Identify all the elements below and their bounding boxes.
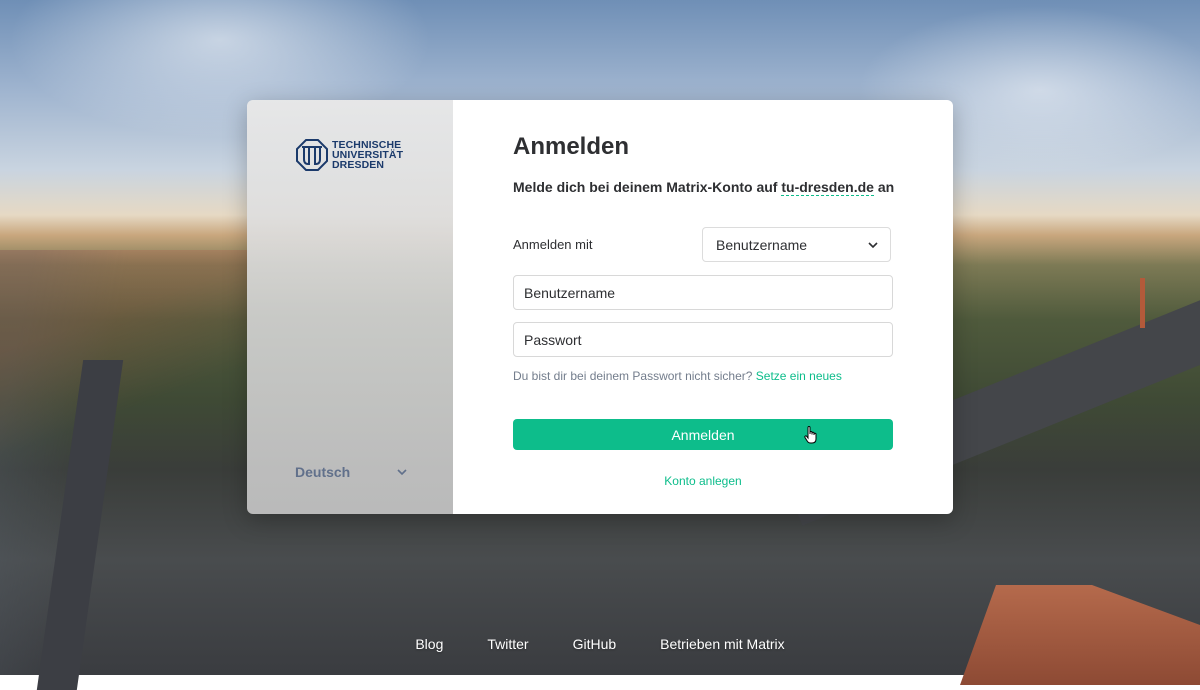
login-form-panel: Anmelden Melde dich bei deinem Matrix-Ko… xyxy=(453,100,953,514)
footer-link-twitter[interactable]: Twitter xyxy=(487,636,528,658)
create-account-row: Konto anlegen xyxy=(453,474,953,488)
branding-panel: TECHNISCHE UNIVERSITÄT DRESDEN Deutsch xyxy=(247,100,453,514)
language-selector[interactable]: Deutsch xyxy=(295,462,407,482)
tu-dresden-logo: TECHNISCHE UNIVERSITÄT DRESDEN xyxy=(296,139,403,171)
logo-line: DRESDEN xyxy=(332,159,385,171)
footer-links: Blog Twitter GitHub Betrieben mit Matrix xyxy=(0,636,1200,658)
chevron-down-icon xyxy=(868,241,878,248)
footer-link-powered-by-matrix[interactable]: Betrieben mit Matrix xyxy=(660,636,784,658)
login-method-select[interactable]: Benutzername xyxy=(702,227,891,262)
background-city-left xyxy=(0,250,250,675)
footer-link-github[interactable]: GitHub xyxy=(573,636,617,658)
login-subtitle: Melde dich bei deinem Matrix-Konto auf t… xyxy=(513,179,903,196)
reset-password-link[interactable]: Setze ein neues xyxy=(756,369,842,383)
sign-in-button[interactable]: Anmelden xyxy=(513,419,893,450)
password-input[interactable] xyxy=(513,322,893,357)
login-method-label: Anmelden mit xyxy=(513,237,593,252)
login-card: TECHNISCHE UNIVERSITÄT DRESDEN Deutsch A… xyxy=(247,100,953,514)
username-input[interactable] xyxy=(513,275,893,310)
forgot-password-hint: Du bist dir bei deinem Passwort nicht si… xyxy=(513,369,842,383)
forgot-password-text: Du bist dir bei deinem Passwort nicht si… xyxy=(513,369,753,383)
footer-link-blog[interactable]: Blog xyxy=(415,636,443,658)
chevron-down-icon xyxy=(397,469,407,476)
login-method-value: Benutzername xyxy=(716,236,808,253)
tu-dresden-logo-mark xyxy=(296,139,328,171)
language-label: Deutsch xyxy=(295,464,351,480)
page-title: Anmelden xyxy=(513,133,630,160)
server-link[interactable]: tu-dresden.de xyxy=(781,179,874,196)
subtitle-suffix: an xyxy=(873,179,895,195)
background-tower xyxy=(1140,278,1145,328)
subtitle-prefix: Melde dich bei deinem Matrix-Konto auf xyxy=(513,179,782,195)
create-account-link[interactable]: Konto anlegen xyxy=(664,474,741,488)
hand-cursor-icon xyxy=(804,426,817,444)
logo-wordmark: TECHNISCHE UNIVERSITÄT DRESDEN xyxy=(332,140,403,171)
